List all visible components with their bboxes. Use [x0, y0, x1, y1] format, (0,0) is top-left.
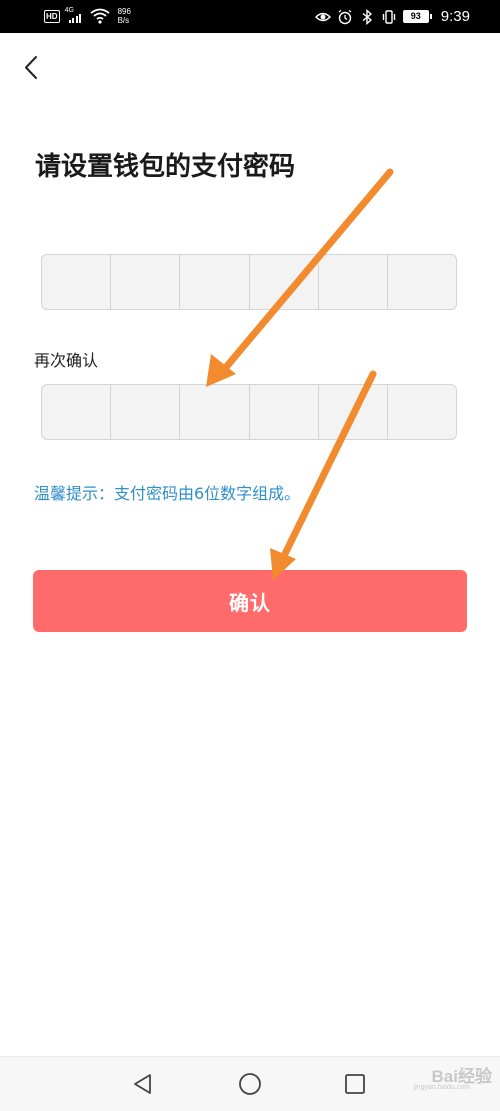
square-recents-icon[interactable] [343, 1072, 367, 1096]
page-title: 请设置钱包的支付密码 [35, 152, 296, 182]
watermark-url: jingyan.baidu.com [413, 1084, 470, 1091]
net-speed-unit: B/s [117, 16, 130, 25]
hd-badge: HD [44, 9, 60, 23]
pin-digit-5[interactable] [319, 255, 388, 309]
confirm-pin-digit-2[interactable] [111, 385, 181, 439]
circle-home-icon[interactable] [238, 1072, 262, 1096]
password-hint: 温馨提示：支付密码由6位数字组成。 [34, 484, 301, 503]
wifi-icon [90, 8, 110, 24]
confirm-button[interactable]: 确认 [33, 570, 467, 632]
network-type: 4G [64, 7, 74, 14]
chevron-left-icon [25, 56, 37, 79]
pay-password-input[interactable] [41, 254, 457, 310]
cellular-signal-icon: 4G [64, 7, 85, 23]
net-speed: 896 B/s [118, 7, 131, 25]
vibrate-icon [382, 9, 395, 24]
confirm-pin-digit-1[interactable] [42, 385, 112, 439]
confirm-password-input[interactable] [41, 384, 457, 440]
pin-digit-1[interactable] [42, 255, 112, 309]
pin-digit-4[interactable] [250, 255, 319, 309]
back-button[interactable] [18, 54, 46, 82]
status-bar: HD 4G 896 B/s 93 9:39 [0, 0, 500, 33]
confirm-pin-digit-6[interactable] [388, 385, 456, 439]
net-speed-value: 896 [117, 7, 131, 16]
pin-digit-6[interactable] [388, 255, 456, 309]
status-right: 93 9:39 [314, 8, 470, 25]
confirm-pin-digit-3[interactable] [180, 385, 250, 439]
bluetooth-icon [362, 8, 372, 25]
triangle-back-icon[interactable] [131, 1072, 155, 1096]
confirm-pin-digit-4[interactable] [250, 385, 319, 439]
confirm-password-label: 再次确认 [34, 351, 99, 370]
pin-digit-2[interactable] [111, 255, 181, 309]
pin-digit-3[interactable] [180, 255, 250, 309]
clock: 9:39 [440, 8, 470, 25]
confirm-pin-digit-5[interactable] [319, 385, 388, 439]
eye-icon [314, 12, 331, 21]
status-left: HD 4G 896 B/s [44, 7, 131, 25]
alarm-icon [338, 9, 352, 24]
battery-indicator: 93 [402, 10, 432, 23]
